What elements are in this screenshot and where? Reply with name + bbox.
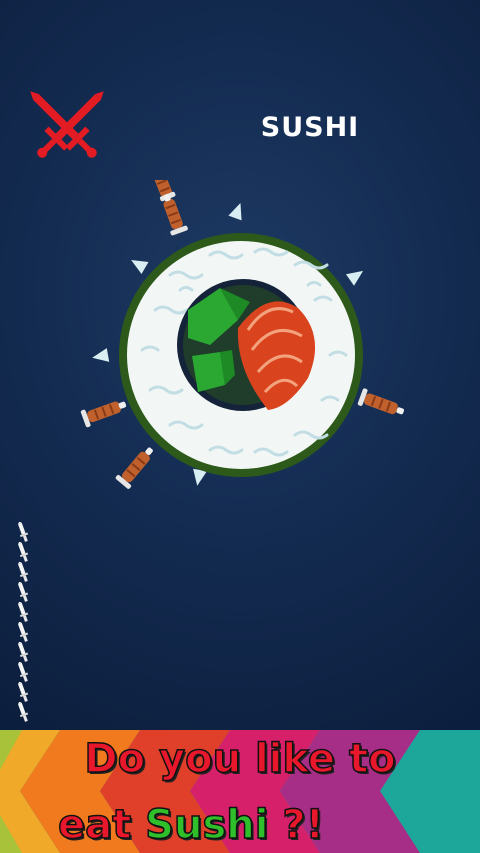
- promo-banner[interactable]: Do you like to eat Sushi ?!: [0, 730, 480, 853]
- knives-remaining-stack: [12, 521, 34, 728]
- banner-line-2: eat Sushi ?!: [57, 801, 480, 849]
- game-area[interactable]: SUSHI: [0, 0, 480, 730]
- banner-line-2-highlight: Sushi: [144, 801, 269, 849]
- level-title: SUSHI: [260, 112, 360, 143]
- sushi-target[interactable]: [60, 159, 420, 500]
- banner-line-2-suffix: ?!: [268, 801, 325, 849]
- stuck-knife: [146, 159, 177, 202]
- banner-line-2-prefix: eat: [57, 801, 146, 849]
- throwing-knife-icon: [12, 701, 34, 726]
- banner-line-1: Do you like to: [84, 735, 397, 783]
- crossed-swords-icon[interactable]: [22, 88, 112, 168]
